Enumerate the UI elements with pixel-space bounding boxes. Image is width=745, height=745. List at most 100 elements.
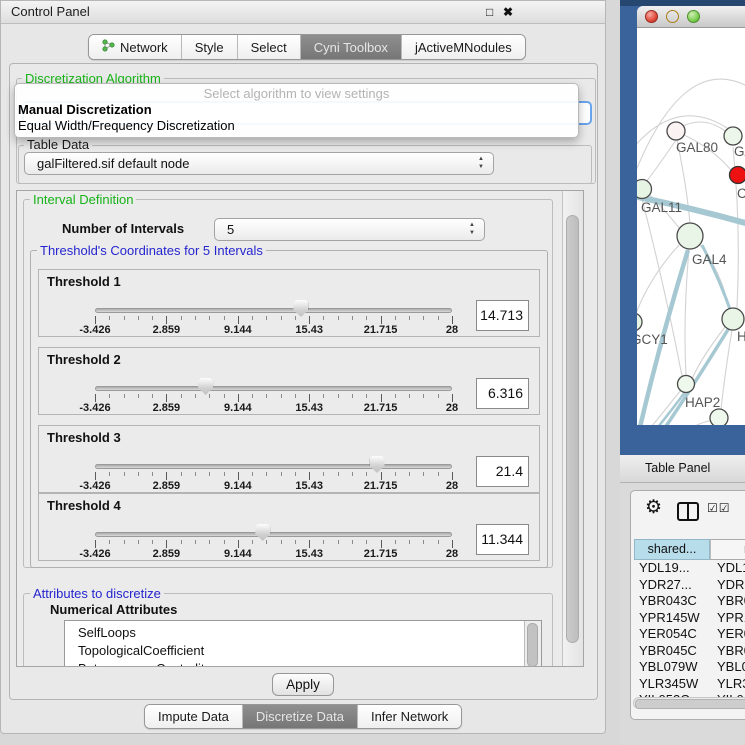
network-window-titlebar[interactable] bbox=[637, 6, 745, 28]
list-scrollbar-thumb[interactable] bbox=[527, 623, 538, 667]
table-row[interactable]: YBR045CYBR0 bbox=[631, 643, 745, 660]
cell: YBL079W bbox=[639, 659, 698, 675]
num-intervals-label: Number of Intervals bbox=[62, 221, 184, 236]
cell: YPR1 bbox=[717, 610, 745, 626]
tab-jactivemnodules-label: jActiveMNodules bbox=[415, 40, 512, 55]
label-gal4: GAL4 bbox=[692, 252, 727, 267]
gear-icon[interactable]: ⚙ bbox=[645, 497, 662, 519]
threshold-4-label: Threshold 4 bbox=[47, 498, 121, 513]
tab-discretize-data-label: Discretize Data bbox=[256, 706, 344, 727]
cell: YLR3 bbox=[717, 676, 745, 692]
control-panel-titlebar: Control Panel □ ✖ bbox=[1, 1, 605, 24]
tab-jactivemnodules[interactable]: jActiveMNodules bbox=[401, 35, 525, 59]
column-header-shared[interactable]: shared... bbox=[634, 539, 710, 560]
threshold-3-slider-handle[interactable] bbox=[370, 456, 385, 473]
tab-select[interactable]: Select bbox=[237, 35, 300, 59]
cell: YLR345W bbox=[639, 676, 698, 692]
threshold-3-value-field[interactable]: 21.4 bbox=[476, 456, 529, 487]
threshold-2-slider-handle[interactable] bbox=[198, 378, 213, 395]
tab-discretize-data[interactable]: Discretize Data bbox=[242, 705, 357, 728]
cyni-content-panel: Discretization Algorithm Table Data galF… bbox=[9, 63, 598, 700]
tab-style[interactable]: Style bbox=[181, 35, 237, 59]
node-gcy1[interactable] bbox=[637, 313, 642, 331]
list-scrollbar[interactable] bbox=[524, 621, 541, 667]
table-data-value: galFiltered.sif default node bbox=[37, 153, 189, 174]
tab-impute-data[interactable]: Impute Data bbox=[145, 705, 242, 728]
node-gal4[interactable] bbox=[677, 223, 703, 249]
label-red-node: C bbox=[737, 186, 745, 201]
apply-button[interactable]: Apply bbox=[272, 673, 334, 696]
threshold-1-slider-handle[interactable] bbox=[293, 300, 308, 317]
settings-scrollbar-thumb[interactable] bbox=[566, 215, 579, 643]
table-data-combobox[interactable]: galFiltered.sif default node ▲▼ bbox=[24, 152, 494, 175]
table-row[interactable]: YPR145WYPR1 bbox=[631, 610, 745, 627]
threshold-4-tick-labels: -3.4262.8599.14415.4321.71528 bbox=[95, 548, 452, 560]
network-icon bbox=[102, 39, 115, 55]
table-row[interactable]: YBR043CYBR0 bbox=[631, 593, 745, 610]
cell: YDL1 bbox=[717, 560, 745, 576]
label-h: H bbox=[737, 329, 745, 344]
list-item[interactable]: BetweennessCentrality bbox=[65, 660, 541, 667]
interval-definition-group: Interval Definition Number of Intervals … bbox=[23, 199, 553, 568]
node-h[interactable] bbox=[722, 308, 744, 330]
select-columns-icons[interactable]: ☑☑ bbox=[707, 501, 731, 515]
table-panel-header: Table Panel bbox=[620, 455, 745, 483]
threshold-3-slider-track[interactable] bbox=[95, 464, 452, 469]
tab-network[interactable]: Network bbox=[89, 35, 181, 59]
control-panel-window: Control Panel □ ✖ Network Style Select C… bbox=[0, 0, 606, 734]
cell: YDR27... bbox=[639, 577, 692, 593]
table-panel-card: ⚙ ☑☑ shared... na YDL19...YDL1 YDR27...Y… bbox=[630, 490, 745, 720]
table-row[interactable]: YDR27... YDR2 bbox=[631, 577, 745, 594]
table-rows: YDL19...YDL1 YDR27... YDR2 YBR043CYBR0 YP… bbox=[631, 560, 745, 697]
threshold-4-value-field[interactable]: 11.344 bbox=[476, 524, 529, 555]
threshold-4-slider-track[interactable] bbox=[95, 532, 452, 537]
tab-style-label: Style bbox=[195, 40, 224, 55]
node-bottom[interactable] bbox=[710, 409, 728, 425]
node-top-right[interactable] bbox=[724, 127, 742, 145]
threshold-2-panel: Threshold 2 -3.4262.8599.14415.4321.7152… bbox=[38, 347, 540, 415]
dropdown-option-manual[interactable]: Manual Discretization bbox=[15, 102, 578, 118]
threshold-2-slider-track[interactable] bbox=[95, 386, 452, 391]
table-row[interactable]: YLR345W YLR3 bbox=[631, 676, 745, 693]
dropdown-option-equal-width[interactable]: Equal Width/Frequency Discretization bbox=[15, 118, 578, 134]
node-gal11[interactable] bbox=[637, 180, 652, 199]
threshold-4-slider-handle[interactable] bbox=[255, 524, 270, 541]
cell: YDR2 bbox=[717, 577, 745, 593]
node-selected-red[interactable] bbox=[730, 167, 745, 184]
threshold-2-value-field[interactable]: 6.316 bbox=[476, 378, 529, 409]
minimize-traffic-light[interactable] bbox=[666, 10, 679, 23]
list-item[interactable]: TopologicalCoefficient bbox=[65, 642, 541, 660]
zoom-traffic-light[interactable] bbox=[687, 10, 700, 23]
table-row[interactable]: YER054C YER0 bbox=[631, 626, 745, 643]
cell: YER054C bbox=[639, 626, 697, 642]
screen: Control Panel □ ✖ Network Style Select C… bbox=[0, 0, 745, 745]
threshold-1-slider-track[interactable] bbox=[95, 308, 452, 313]
table-scrollbar-thumb[interactable] bbox=[635, 699, 745, 709]
tab-infer-network[interactable]: Infer Network bbox=[357, 705, 461, 728]
threshold-3-panel: Threshold 3 -3.4262.8599.14415.4321.7152… bbox=[38, 425, 540, 493]
table-horizontal-scrollbar[interactable] bbox=[633, 697, 745, 709]
split-columns-icon[interactable] bbox=[677, 502, 699, 521]
close-traffic-light[interactable] bbox=[645, 10, 658, 23]
threshold-1-value-field[interactable]: 14.713 bbox=[476, 300, 529, 331]
network-view-canvas[interactable]: GAL80 GA C GAL11 GAL4 GCY1 H HAP2 bbox=[637, 28, 745, 425]
network-window-frame: GAL80 GA C GAL11 GAL4 GCY1 H HAP2 bbox=[620, 0, 745, 455]
settings-scrollpane: Interval Definition Number of Intervals … bbox=[16, 190, 584, 667]
table-row[interactable]: YBL079WYBL0 bbox=[631, 659, 745, 676]
node-hap2[interactable] bbox=[678, 376, 695, 393]
thresholds-group: Threshold's Coordinates for 5 Intervals … bbox=[30, 250, 548, 568]
list-item[interactable]: SelfLoops bbox=[65, 624, 541, 642]
table-row[interactable]: YDL19...YDL1 bbox=[631, 560, 745, 577]
column-header-name[interactable]: na bbox=[710, 539, 745, 560]
node-gal80[interactable] bbox=[667, 122, 685, 140]
cell: YBR0 bbox=[717, 643, 745, 659]
close-window-icon[interactable]: ✖ bbox=[503, 4, 513, 20]
tab-cyni-toolbox-label: Cyni Toolbox bbox=[314, 40, 388, 55]
settings-vertical-scrollbar[interactable] bbox=[562, 191, 584, 666]
num-intervals-combobox[interactable]: 5 ▲▼ bbox=[214, 218, 485, 241]
tab-cyni-toolbox[interactable]: Cyni Toolbox bbox=[300, 35, 401, 59]
label-top-right: GA bbox=[734, 144, 745, 159]
cell: YER0 bbox=[717, 626, 745, 642]
float-window-icon[interactable]: □ bbox=[486, 4, 493, 20]
cell: YBR0 bbox=[717, 593, 745, 609]
